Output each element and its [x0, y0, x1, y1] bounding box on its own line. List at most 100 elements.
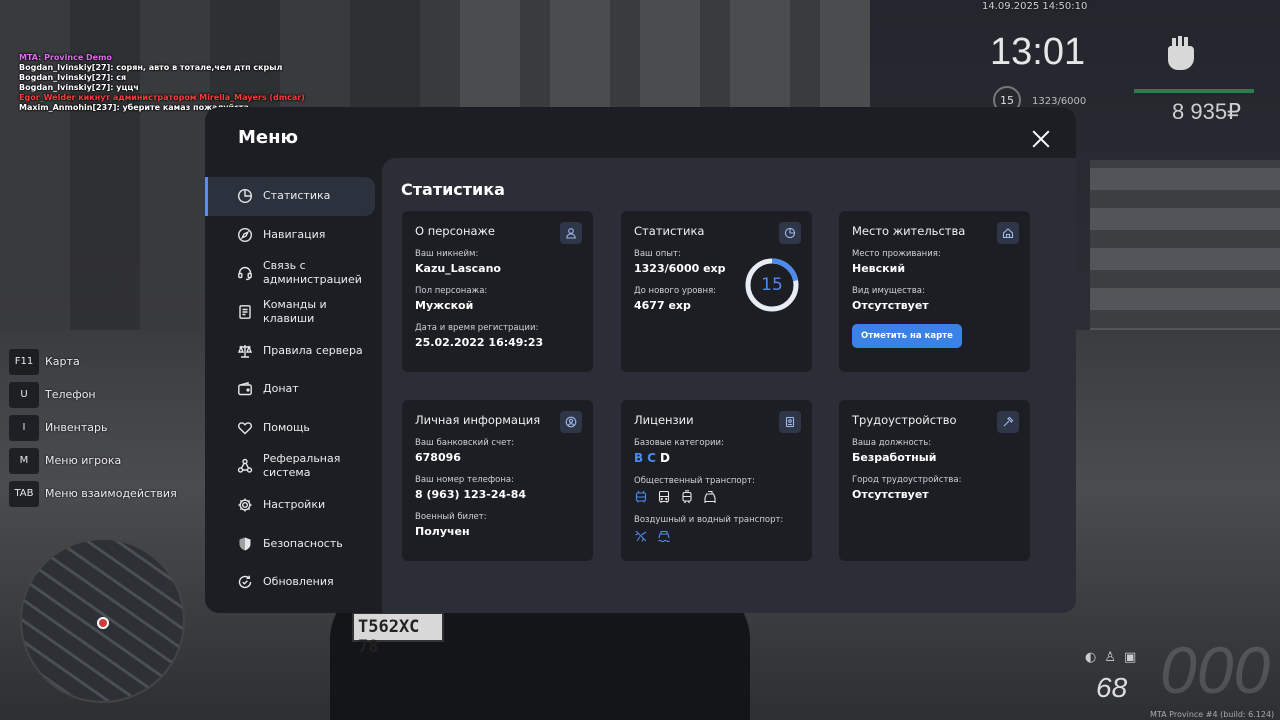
hotkey-interaction-menu[interactable]: TAB Меню взаимодействия	[9, 477, 177, 510]
card-title: Лицензии	[634, 413, 694, 427]
nav-label: Помощь	[263, 420, 310, 434]
license-categories: BCD	[634, 451, 799, 465]
network-icon	[237, 459, 253, 474]
house-icon	[997, 222, 1019, 244]
compass-icon	[237, 227, 253, 242]
nav-label: Правила сервера	[263, 343, 363, 357]
headset-icon	[238, 267, 252, 281]
job-position-value: Безработный	[852, 451, 937, 464]
hotkey-key: M	[9, 447, 39, 474]
nav-item-donate[interactable]: Донат	[205, 370, 375, 409]
registration-value: 25.02.2022 16:49:23	[415, 336, 544, 349]
chat-line: Bogdan_Ivinskiy[27]: сорян, авто в тотал…	[19, 63, 283, 72]
public-transport-icons	[634, 490, 799, 504]
hotkey-key: TAB	[9, 480, 39, 507]
field-label: Ваш никнейм:	[415, 249, 479, 259]
build-info: MTA Province #4 (build: 6.124)	[1150, 710, 1275, 719]
residence-value: Невский	[852, 262, 906, 275]
player-marker-icon	[97, 617, 109, 629]
bank-account-value: 678096	[415, 451, 461, 464]
trolleybus-icon	[635, 490, 647, 503]
nav-item-admin-contact[interactable]: Связь с администрацией	[205, 254, 375, 293]
bus-icon	[658, 490, 670, 503]
nickname-value: Kazu_Lascano	[415, 262, 501, 275]
building-center	[460, 0, 870, 110]
card-licenses: Лицензии Базовые категории: BCD Обществе…	[621, 400, 812, 561]
taxi-icon	[704, 490, 716, 503]
card-title: Статистика	[634, 224, 705, 238]
vehicle-status-icons: ◐♙▣	[1085, 650, 1144, 665]
nav-label: Команды и клавиши	[263, 298, 327, 326]
license-plate: Т562ХС 78	[352, 612, 444, 657]
hotkey-label: Телефон	[45, 388, 96, 401]
mark-on-map-button[interactable]: Отметить на карте	[852, 324, 962, 348]
license-category-d: D	[659, 451, 674, 465]
speedometer: 000	[1160, 633, 1271, 707]
hotkey-label: Меню взаимодействия	[45, 487, 177, 500]
seatbelt-icon: ♙	[1104, 650, 1124, 665]
headlight-icon: ◐	[1085, 650, 1105, 665]
hotkey-key: I	[9, 414, 39, 441]
hotkey-phone[interactable]: U Телефон	[9, 378, 177, 411]
nav-item-navigation[interactable]: Навигация	[205, 216, 375, 255]
hotkey-list: F11 Карта U Телефон I Инвентарь M Меню и…	[9, 345, 177, 510]
menu-title: Меню	[238, 127, 299, 148]
field-label: Вид имущества:	[852, 286, 925, 296]
field-label: Место проживания:	[852, 249, 941, 259]
fuel-level: 68	[1096, 672, 1128, 703]
hud-exp: 1323/6000	[1032, 96, 1087, 107]
menu-window: Меню Статистика Навигация Связь с админи…	[205, 107, 1076, 613]
field-label: Ваш номер телефона:	[415, 475, 514, 485]
engine-icon: ▣	[1124, 650, 1145, 665]
card-title: Место жительства	[852, 224, 966, 238]
pie-chart-icon	[237, 189, 253, 204]
card-title: О персонаже	[415, 224, 495, 238]
gender-value: Мужской	[415, 299, 474, 312]
field-label: Ваша должность:	[852, 438, 932, 448]
nav-item-help[interactable]: Помощь	[205, 409, 375, 448]
hud-clock: 13:01	[990, 31, 1086, 73]
nav-label: Безопасность	[263, 536, 343, 550]
card-title: Трудоустройство	[852, 413, 957, 427]
card-personal-info: Личная информация Ваш банковский счет: 6…	[402, 400, 593, 561]
gear-icon	[238, 498, 252, 512]
hotkey-label: Инвентарь	[45, 421, 108, 434]
military-id-value: Получен	[415, 525, 470, 538]
minimap[interactable]	[20, 538, 185, 703]
close-button[interactable]	[1031, 129, 1051, 149]
nav-label: Связь с администрацией	[263, 259, 362, 287]
air-water-transport-icons	[634, 529, 799, 543]
card-employment: Трудоустройство Ваша должность: Безработ…	[839, 400, 1030, 561]
field-label: Базовые категории:	[634, 438, 724, 448]
nav-label: Донат	[263, 382, 299, 396]
id-card-icon	[779, 411, 801, 433]
chat-line: Bogdan_Ivinskiy[27]: уццч	[19, 83, 139, 92]
chat-line: Egor_Welder кикнут администратором Mirel…	[19, 93, 305, 102]
hotkey-label: Карта	[45, 355, 80, 368]
nav-item-server-rules[interactable]: Правила сервера	[205, 331, 375, 370]
card-statistics: Статистика Ваш опыт: 1323/6000 exp До но…	[621, 211, 812, 372]
nav-item-updates[interactable]: Обновления	[205, 563, 375, 602]
nav-item-settings[interactable]: Настройки	[205, 486, 375, 525]
nav-label: Обновления	[263, 575, 334, 589]
user-circle-icon	[560, 411, 582, 433]
nav-item-referral[interactable]: Реферальная система	[205, 447, 375, 486]
field-label: Ваш банковский счет:	[415, 438, 515, 448]
hotkey-map[interactable]: F11 Карта	[9, 345, 177, 378]
license-category-c: C	[647, 451, 660, 465]
card-residence: Место жительства Место проживания: Невск…	[839, 211, 1030, 372]
license-category-b: B	[634, 451, 648, 465]
hud-datetime: 14.09.2025 14:50:10	[982, 1, 1088, 12]
field-label: Общественный транспорт:	[634, 476, 755, 486]
nav-label: Настройки	[263, 498, 326, 512]
chat-line: MTA: Province Demo	[19, 53, 112, 62]
nav-item-security[interactable]: Безопасность	[205, 524, 375, 563]
chat-log: MTA: Province Demo Bogdan_Ivinskiy[27]: …	[19, 53, 305, 113]
hotkey-player-menu[interactable]: M Меню игрока	[9, 444, 177, 477]
airplane-icon	[635, 530, 647, 542]
document-icon	[239, 305, 251, 319]
nav-item-commands[interactable]: Команды и клавиши	[205, 293, 375, 332]
nav-item-statistics[interactable]: Статистика	[205, 177, 375, 216]
boat-icon	[658, 530, 670, 543]
hotkey-inventory[interactable]: I Инвентарь	[9, 411, 177, 444]
